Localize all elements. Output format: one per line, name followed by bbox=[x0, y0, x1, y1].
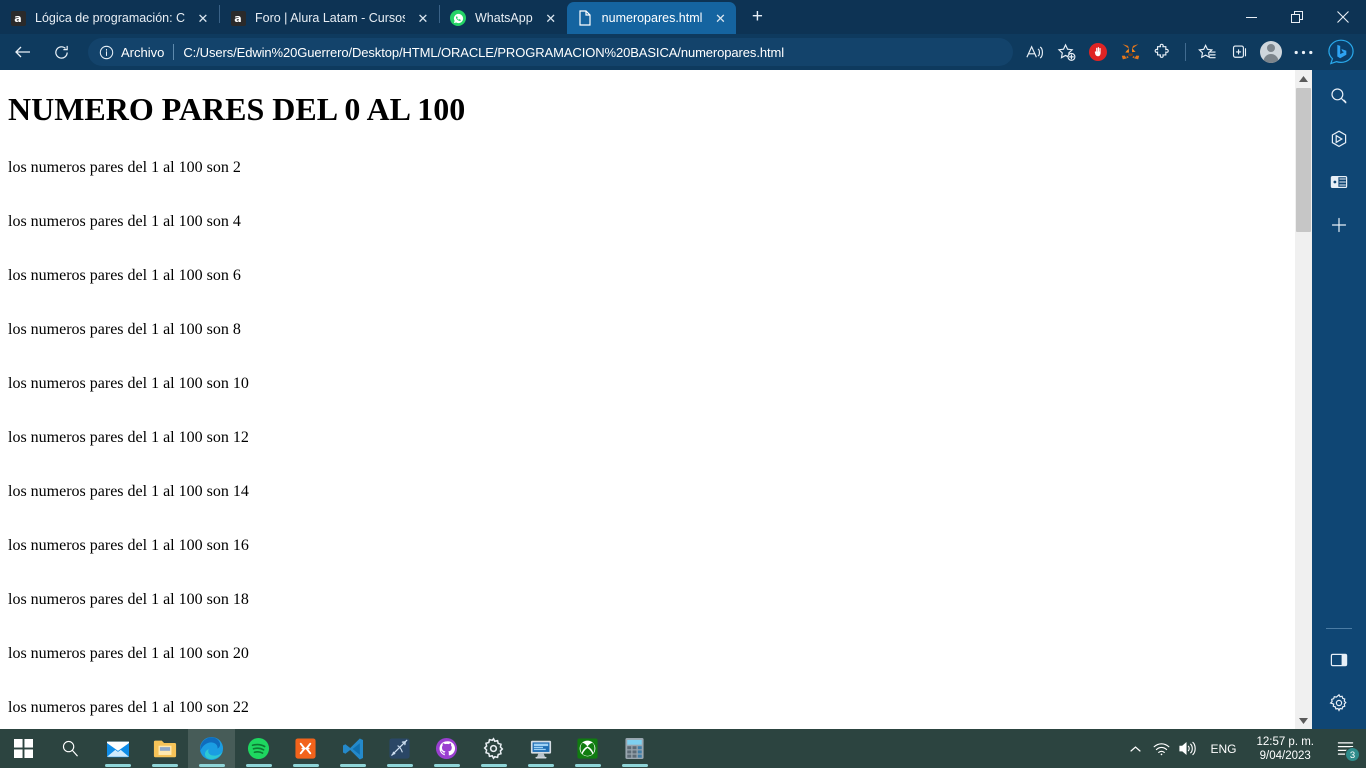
notification-center-button[interactable]: 3 bbox=[1324, 729, 1366, 768]
tab-title: WhatsApp bbox=[475, 11, 533, 25]
result-line: los numeros pares del 1 al 100 son 6 bbox=[8, 267, 241, 284]
clock-date: 9/04/2023 bbox=[1259, 749, 1311, 762]
result-line: los numeros pares del 1 al 100 son 8 bbox=[8, 321, 241, 338]
calculator-icon[interactable] bbox=[611, 729, 658, 768]
scrollbar-thumb[interactable] bbox=[1296, 88, 1311, 232]
scroll-up-arrow[interactable] bbox=[1295, 70, 1312, 87]
show-hidden-icons-chevron[interactable] bbox=[1122, 729, 1148, 768]
tab-title: Lógica de programación: Concep bbox=[35, 11, 185, 25]
scroll-down-arrow[interactable] bbox=[1295, 712, 1312, 729]
result-line: los numeros pares del 1 al 100 son 18 bbox=[8, 591, 249, 608]
new-tab-button[interactable]: + bbox=[742, 2, 772, 32]
refresh-button[interactable] bbox=[46, 37, 76, 67]
restore-button[interactable] bbox=[1274, 0, 1320, 34]
bing-copilot-icon[interactable] bbox=[1324, 35, 1358, 69]
alura-icon: a bbox=[10, 10, 26, 26]
volume-icon[interactable] bbox=[1174, 729, 1200, 768]
address-bar[interactable]: Archivo C:/Users/Edwin%20Guerrero/Deskto… bbox=[88, 38, 1013, 66]
file-explorer-icon[interactable] bbox=[141, 729, 188, 768]
profile-avatar-icon[interactable] bbox=[1256, 37, 1286, 67]
github-icon[interactable] bbox=[423, 729, 470, 768]
sidebar-divider bbox=[1326, 628, 1352, 629]
windows-start-icon[interactable] bbox=[0, 729, 47, 768]
result-line: los numeros pares del 1 al 100 son 2 bbox=[8, 159, 241, 176]
back-button[interactable] bbox=[8, 37, 38, 67]
page-viewport: NUMERO PARES DEL 0 AL 100 los numeros pa… bbox=[0, 70, 1312, 729]
navigation-toolbar: Archivo C:/Users/Edwin%20Guerrero/Deskto… bbox=[0, 34, 1366, 70]
microsoft-edge-icon[interactable] bbox=[188, 729, 235, 768]
tab-foro-alura-latam[interactable]: a Foro | Alura Latam - Cursos onlin ✕ bbox=[220, 2, 439, 34]
tab-title: Foro | Alura Latam - Cursos onlin bbox=[255, 11, 405, 25]
metamask-fox-icon[interactable] bbox=[1115, 37, 1145, 67]
alura-icon: a bbox=[230, 10, 246, 26]
wifi-icon[interactable] bbox=[1148, 729, 1174, 768]
more-options-icon[interactable] bbox=[1288, 37, 1318, 67]
tab-whatsapp[interactable]: WhatsApp ✕ bbox=[440, 2, 567, 34]
read-aloud-icon[interactable] bbox=[1019, 37, 1049, 67]
tab-close-button[interactable]: ✕ bbox=[710, 8, 730, 28]
adblock-icon[interactable] bbox=[1083, 37, 1113, 67]
result-line: los numeros pares del 1 al 100 son 10 bbox=[8, 375, 249, 392]
site-info-icon[interactable] bbox=[98, 44, 114, 60]
page-scrollbar[interactable] bbox=[1295, 70, 1312, 729]
pen-tool-icon[interactable] bbox=[376, 729, 423, 768]
spotify-icon[interactable] bbox=[235, 729, 282, 768]
search-icon[interactable] bbox=[47, 729, 94, 768]
page-title: NUMERO PARES DEL 0 AL 100 bbox=[8, 91, 466, 127]
tab-numeropares-html[interactable]: numeropares.html ✕ bbox=[566, 2, 737, 34]
clock[interactable]: 12:57 p. m. 9/04/2023 bbox=[1246, 735, 1324, 763]
favorites-list-icon[interactable] bbox=[1192, 37, 1222, 67]
result-line: los numeros pares del 1 al 100 son 12 bbox=[8, 429, 249, 446]
xampp-icon[interactable] bbox=[282, 729, 329, 768]
bing-discover-icon[interactable] bbox=[1322, 122, 1356, 156]
collections-icon[interactable] bbox=[1224, 37, 1254, 67]
url-scheme-label: Archivo bbox=[121, 44, 165, 60]
settings-gear-icon[interactable] bbox=[470, 729, 517, 768]
edge-sidebar bbox=[1312, 70, 1366, 729]
system-tray: ENG 12:57 p. m. 9/04/2023 3 bbox=[1122, 729, 1366, 768]
result-line: los numeros pares del 1 al 100 son 14 bbox=[8, 483, 249, 500]
extensions-puzzle-icon[interactable] bbox=[1147, 37, 1177, 67]
result-line: los numeros pares del 1 al 100 son 20 bbox=[8, 645, 249, 662]
web-page-content: NUMERO PARES DEL 0 AL 100 los numeros pa… bbox=[0, 70, 1295, 729]
result-line: los numeros pares del 1 al 100 son 22 bbox=[8, 699, 249, 716]
search-icon[interactable] bbox=[1322, 79, 1356, 113]
document-icon bbox=[577, 10, 593, 26]
tab-logica-de-programacion[interactable]: a Lógica de programación: Concep ✕ bbox=[0, 2, 219, 34]
toolbar-divider bbox=[1185, 43, 1186, 61]
xbox-icon[interactable] bbox=[564, 729, 611, 768]
split-screen-icon[interactable] bbox=[1322, 643, 1356, 677]
tab-strip: a Lógica de programación: Concep ✕ a For… bbox=[0, 0, 1366, 34]
tab-title: numeropares.html bbox=[601, 11, 703, 25]
remote-desktop-icon[interactable] bbox=[517, 729, 564, 768]
tab-close-button[interactable]: ✕ bbox=[541, 8, 561, 28]
close-button[interactable] bbox=[1320, 0, 1366, 34]
minimize-button[interactable] bbox=[1228, 0, 1274, 34]
window-controls bbox=[1228, 0, 1366, 34]
clock-time: 12:57 p. m. bbox=[1256, 735, 1314, 748]
omnibox-divider bbox=[173, 44, 175, 60]
tab-close-button[interactable]: ✕ bbox=[413, 8, 433, 28]
settings-gear-icon[interactable] bbox=[1322, 686, 1356, 720]
add-sidebar-app-icon[interactable] bbox=[1322, 208, 1356, 242]
mail-icon[interactable] bbox=[94, 729, 141, 768]
whatsapp-icon bbox=[450, 10, 466, 26]
outlook-icon[interactable] bbox=[1322, 165, 1356, 199]
edge-browser-window: a Lógica de programación: Concep ✕ a For… bbox=[0, 0, 1366, 729]
result-line: los numeros pares del 1 al 100 son 16 bbox=[8, 537, 249, 554]
add-favorite-icon[interactable] bbox=[1051, 37, 1081, 67]
vscode-icon[interactable] bbox=[329, 729, 376, 768]
language-indicator[interactable]: ENG bbox=[1200, 742, 1246, 756]
tab-close-button[interactable]: ✕ bbox=[193, 8, 213, 28]
windows-taskbar: ENG 12:57 p. m. 9/04/2023 3 bbox=[0, 729, 1366, 768]
result-line: los numeros pares del 1 al 100 son 4 bbox=[8, 213, 241, 230]
url-text: C:/Users/Edwin%20Guerrero/Desktop/HTML/O… bbox=[183, 44, 784, 60]
notification-badge: 3 bbox=[1345, 747, 1360, 762]
